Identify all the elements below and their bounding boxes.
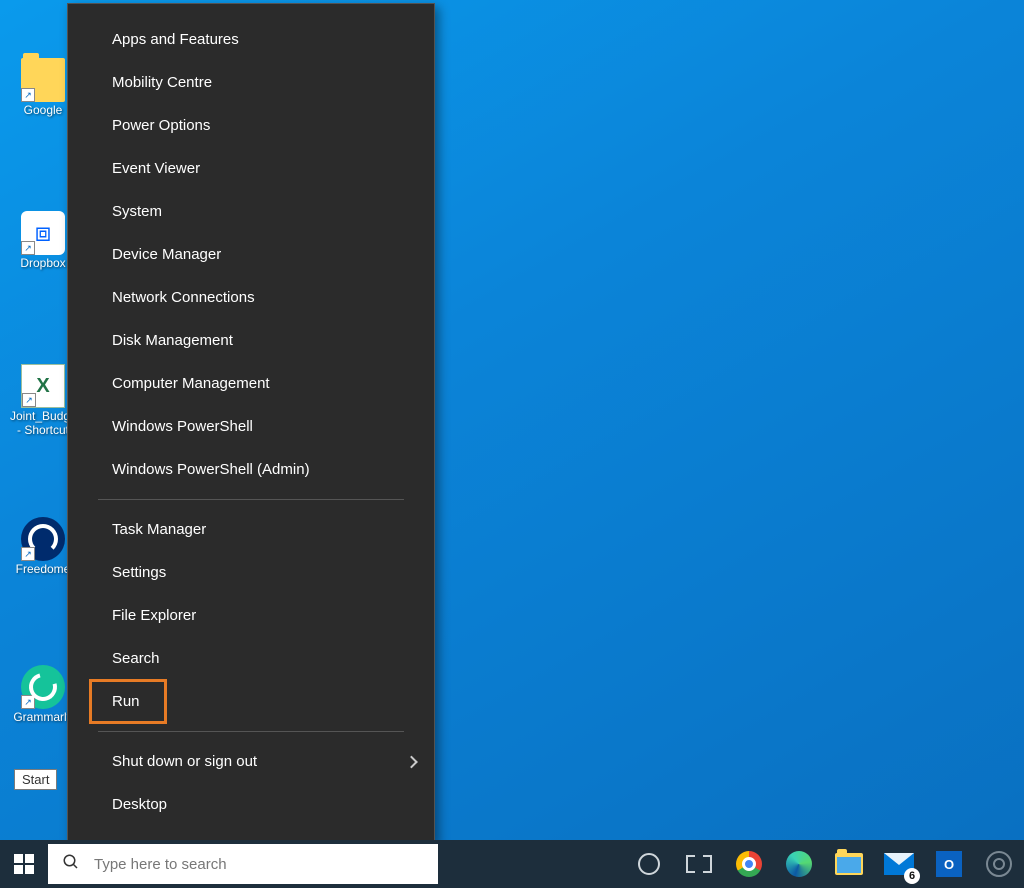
menu-item-file-explorer[interactable]: File Explorer [68, 594, 434, 637]
menu-item-device-manager[interactable]: Device Manager [68, 233, 434, 276]
menu-item-run[interactable]: Run [68, 680, 434, 723]
menu-separator [98, 731, 404, 732]
menu-item-shut-down-or-sign-out[interactable]: Shut down or sign out [68, 740, 434, 783]
chrome-icon [736, 851, 762, 877]
menu-item-disk-management[interactable]: Disk Management [68, 319, 434, 362]
menu-item-computer-management[interactable]: Computer Management [68, 362, 434, 405]
shortcut-arrow-icon: ↗ [21, 88, 35, 102]
menu-item-windows-powershell-admin[interactable]: Windows PowerShell (Admin) [68, 448, 434, 491]
file-explorer-icon[interactable] [824, 840, 874, 888]
chrome-icon[interactable] [724, 840, 774, 888]
app-icon[interactable] [974, 840, 1024, 888]
cortana-icon [638, 853, 660, 875]
mail-icon[interactable]: 6 [874, 840, 924, 888]
menu-item-search[interactable]: Search [68, 637, 434, 680]
menu-item-mobility-centre[interactable]: Mobility Centre [68, 61, 434, 104]
grammarly-icon: ↗ [21, 665, 65, 709]
task-view-button[interactable] [674, 840, 724, 888]
menu-item-network-connections[interactable]: Network Connections [68, 276, 434, 319]
taskbar-search[interactable]: Type here to search [48, 844, 438, 884]
edge-icon[interactable] [774, 840, 824, 888]
shortcut-arrow-icon: ↗ [21, 241, 35, 255]
excel-icon: ↗ [21, 364, 65, 408]
search-placeholder: Type here to search [94, 856, 227, 873]
menu-item-windows-powershell[interactable]: Windows PowerShell [68, 405, 434, 448]
menu-item-system[interactable]: System [68, 190, 434, 233]
winx-power-user-menu: Apps and FeaturesMobility CentrePower Op… [67, 3, 435, 843]
file-explorer-icon [835, 853, 863, 875]
shortcut-arrow-icon: ↗ [21, 695, 35, 709]
badge: 6 [904, 868, 920, 884]
menu-item-settings[interactable]: Settings [68, 551, 434, 594]
freedome-icon: ↗ [21, 517, 65, 561]
menu-item-power-options[interactable]: Power Options [68, 104, 434, 147]
desktop: ↗Google⧈↗Dropbox↗Joint_Budget - Shortcut… [0, 0, 1024, 840]
shortcut-arrow-icon: ↗ [21, 547, 35, 561]
menu-item-apps-and-features[interactable]: Apps and Features [68, 18, 434, 61]
menu-item-task-manager[interactable]: Task Manager [68, 508, 434, 551]
outlook-icon[interactable]: O [924, 840, 974, 888]
menu-item-desktop[interactable]: Desktop [68, 783, 434, 826]
windows-logo-icon [14, 854, 34, 874]
start-tooltip: Start [14, 769, 57, 790]
google-icon: ↗ [21, 58, 65, 102]
edge-icon [786, 851, 812, 877]
task-view-icon [686, 855, 712, 873]
search-icon [48, 853, 94, 875]
start-button[interactable] [0, 840, 48, 888]
app-icon [986, 851, 1012, 877]
menu-separator [98, 499, 404, 500]
outlook-icon: O [936, 851, 962, 877]
shortcut-arrow-icon: ↗ [22, 393, 36, 407]
taskbar: Type here to search 6O [0, 840, 1024, 888]
dropbox-icon: ⧈↗ [21, 211, 65, 255]
cortana-button[interactable] [624, 840, 674, 888]
menu-item-event-viewer[interactable]: Event Viewer [68, 147, 434, 190]
